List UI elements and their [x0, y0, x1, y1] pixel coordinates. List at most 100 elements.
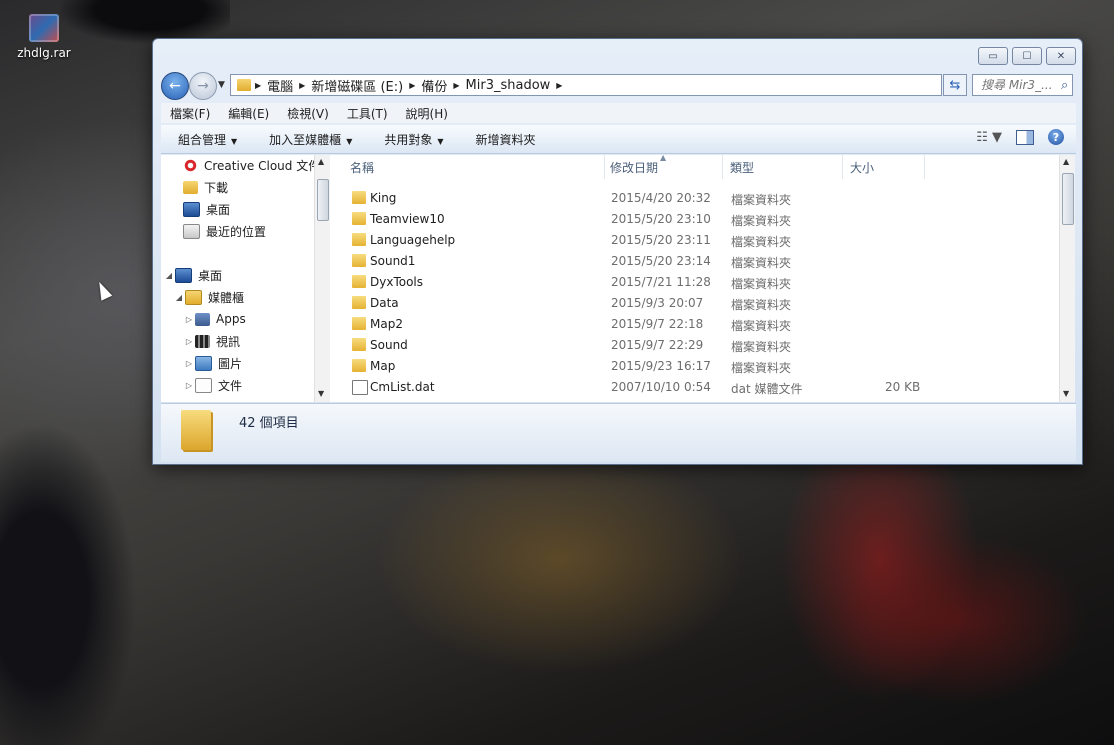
refresh-button[interactable]: ⇆ [943, 74, 967, 96]
file-row[interactable]: Map 2015/9/23 16:17 檔案資料夾 [330, 356, 970, 376]
expanded-triangle-icon[interactable]: ◢ [173, 293, 185, 302]
nav-item-video[interactable]: ▷ 視訊 [183, 331, 240, 351]
file-row[interactable]: Sound 2015/9/7 22:29 檔案資料夾 [330, 335, 970, 355]
column-header-date[interactable]: 修改日期 [606, 155, 723, 179]
file-list-scrollbar[interactable]: ▲ ▼ [1059, 155, 1075, 402]
collapsed-triangle-icon[interactable]: ▷ [183, 315, 195, 324]
column-header-name[interactable]: 名稱 [348, 155, 605, 179]
nav-item-label: 桌面 [198, 268, 223, 283]
explorer-window: ▭ ☐ ✕ ← → ▼ ▶ 電腦 ▶ 新增磁碟區 (E:) ▶ 備份 ▶ Mir… [152, 38, 1083, 465]
scroll-up-icon[interactable]: ▲ [318, 157, 324, 166]
nav-item-desktop-fav[interactable]: 桌面 [183, 199, 230, 219]
file-date: 2015/4/20 20:32 [611, 191, 711, 205]
nav-item-label: 文件 [218, 378, 243, 393]
nav-item-label: 下載 [204, 180, 229, 195]
nav-item-desktop-root[interactable]: ◢ 桌面 [163, 265, 222, 285]
breadcrumb-drive[interactable]: 新增磁碟區 (E:) [305, 76, 409, 95]
file-type: 檔案資料夾 [731, 256, 792, 270]
folder-icon [237, 79, 251, 91]
nav-item-label: 圖片 [218, 356, 243, 371]
organize-label: 組合管理 [178, 132, 227, 147]
address-bar[interactable]: ▶ 電腦 ▶ 新增磁碟區 (E:) ▶ 備份 ▶ Mir3_shadow ▶ ▼ [230, 74, 1000, 96]
file-row[interactable]: King 2015/4/20 20:32 檔案資料夾 [330, 188, 970, 208]
scroll-up-icon[interactable]: ▲ [1063, 157, 1069, 166]
column-header-size[interactable]: 大小 [846, 155, 925, 179]
scroll-down-icon[interactable]: ▼ [318, 389, 324, 398]
file-type: 檔案資料夾 [731, 277, 792, 291]
command-bar-right: ☷ ▼ ? [976, 129, 1064, 145]
preview-pane-icon[interactable] [1016, 129, 1034, 145]
nav-item-documents[interactable]: ▷ 文件 [183, 375, 242, 395]
collapsed-triangle-icon[interactable]: ▷ [183, 381, 195, 390]
folder-icon [352, 233, 366, 246]
scroll-thumb[interactable] [1062, 173, 1074, 225]
scroll-thumb[interactable] [317, 179, 329, 221]
desktop-icon [183, 201, 200, 217]
search-icon[interactable]: ⌕ [1061, 78, 1068, 93]
search-input[interactable] [973, 77, 1061, 93]
folder-icon [352, 191, 366, 204]
column-header-type[interactable]: 類型 [726, 155, 843, 179]
file-row[interactable]: Teamview10 2015/5/20 23:10 檔案資料夾 [330, 209, 970, 229]
folder-icon [352, 275, 366, 288]
close-button[interactable]: ✕ [1046, 47, 1076, 65]
menu-bar: 檔案(F) 編輯(E) 檢視(V) 工具(T) 說明(H) [161, 103, 1076, 123]
file-row[interactable]: Languagehelp 2015/5/20 23:11 檔案資料夾 [330, 230, 970, 250]
file-date: 2015/9/3 20:07 [611, 296, 704, 310]
menu-file[interactable]: 檔案(F) [161, 105, 219, 122]
file-row[interactable]: DyxTools 2015/7/21 11:28 檔案資料夾 [330, 272, 970, 292]
file-name: Sound [370, 338, 408, 352]
file-name: Map2 [370, 317, 403, 331]
file-type: 檔案資料夾 [731, 214, 792, 228]
collapsed-triangle-icon[interactable]: ▷ [183, 359, 195, 368]
back-button[interactable]: ← [161, 72, 189, 100]
rar-archive-icon [29, 14, 59, 42]
file-row[interactable]: Data 2015/9/3 20:07 檔案資料夾 [330, 293, 970, 313]
menu-help[interactable]: 說明(H) [397, 105, 457, 122]
menu-view[interactable]: 檢視(V) [278, 105, 338, 122]
nav-item-creative-cloud[interactable]: Creative Cloud 文件 [183, 155, 320, 175]
folder-icon [352, 296, 366, 309]
documents-icon [195, 377, 212, 393]
breadcrumb-computer[interactable]: 電腦 [261, 76, 299, 95]
desktop-icon [175, 267, 192, 283]
chevron-right-icon: ▶ [556, 80, 563, 90]
new-folder-button[interactable]: 新增資料夾 [459, 131, 551, 148]
nav-item-libraries[interactable]: ◢ 媒體櫃 [173, 287, 244, 307]
nav-item-pictures[interactable]: ▷ 圖片 [183, 353, 242, 373]
scroll-down-icon[interactable]: ▼ [1063, 389, 1069, 398]
collapsed-triangle-icon[interactable]: ▷ [183, 337, 195, 346]
minimize-button[interactable]: ▭ [978, 47, 1008, 65]
maximize-button[interactable]: ☐ [1012, 47, 1042, 65]
breadcrumb-mir3-shadow[interactable]: Mir3_shadow [460, 78, 557, 93]
recent-pages-chevron-icon[interactable]: ▼ [218, 80, 225, 90]
folder-icon [352, 254, 366, 267]
share-with-button[interactable]: 共用對象 ▼ [367, 131, 458, 148]
nav-item-recent-places[interactable]: 最近的位置 [183, 221, 266, 241]
search-box: ⌕ [972, 74, 1073, 96]
include-in-library-button[interactable]: 加入至媒體櫃 ▼ [252, 131, 367, 148]
nav-item-apps[interactable]: ▷ Apps [183, 309, 246, 329]
file-date: 2015/7/21 11:28 [611, 275, 711, 289]
breadcrumb-backup[interactable]: 備份 [415, 76, 453, 95]
help-icon[interactable]: ? [1048, 129, 1064, 145]
forward-button[interactable]: → [189, 72, 217, 100]
change-view-icon[interactable]: ☷ ▼ [976, 130, 1002, 145]
folder-icon [352, 212, 366, 225]
file-row[interactable]: Sound1 2015/5/20 23:14 檔案資料夾 [330, 251, 970, 271]
desktop-rar-file[interactable]: zhdlg.rar [14, 14, 74, 60]
wallpaper-shadow-left [0, 420, 160, 745]
library-icon [185, 289, 202, 305]
nav-pane-scrollbar[interactable]: ▲ ▼ [314, 155, 330, 402]
expanded-triangle-icon[interactable]: ◢ [163, 271, 175, 280]
nav-item-label: 視訊 [216, 334, 241, 349]
menu-tools[interactable]: 工具(T) [338, 105, 397, 122]
file-type: 檔案資料夾 [731, 361, 792, 375]
file-date: 2015/5/20 23:14 [611, 254, 711, 268]
file-row[interactable]: Map2 2015/9/7 22:18 檔案資料夾 [330, 314, 970, 334]
menu-edit[interactable]: 編輯(E) [219, 105, 278, 122]
nav-item-downloads[interactable]: 下載 [183, 177, 228, 197]
file-row[interactable]: CmList.dat 2007/10/10 0:54 dat 媒體文件 20 K… [330, 377, 970, 397]
file-size: 20 KB [885, 380, 921, 394]
organize-button[interactable]: 組合管理 ▼ [161, 131, 252, 148]
